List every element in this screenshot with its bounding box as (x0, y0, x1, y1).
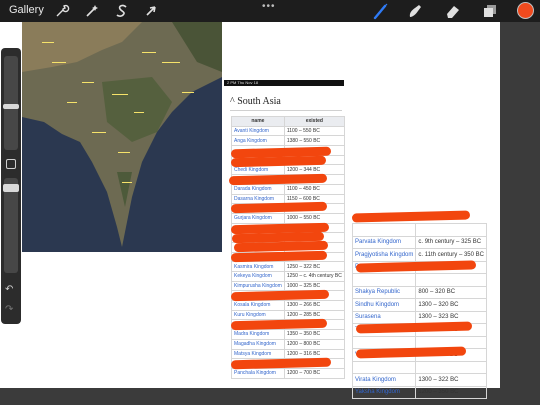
kingdom-name-link[interactable]: Kasmira Kingdom (231, 261, 285, 272)
kingdom-name-link[interactable]: Panchala Kingdom (231, 367, 285, 379)
undo-button[interactable]: ↶ (5, 284, 13, 295)
wrench-icon[interactable] (54, 3, 70, 19)
existed-cell: 1300 – 322 BC (415, 373, 487, 387)
kingdom-name-link[interactable]: Kekeya Kingdom (231, 271, 285, 282)
table-row (351, 335, 487, 349)
table-row: Gurjara Kingdom 1000 – 550 BC (231, 212, 345, 224)
existed-cell: 1200 – 350 BC (415, 385, 487, 399)
color-picker-button[interactable] (517, 2, 534, 19)
selection-s-icon[interactable] (114, 3, 130, 19)
table-row: Panchala Kingdom 1200 – 700 BC (231, 367, 345, 379)
existed-cell: 1250 – c. 4th century BC (283, 271, 345, 282)
kingdom-name-link[interactable]: Anga Kingdom (231, 135, 285, 147)
magic-wand-icon[interactable] (84, 3, 100, 19)
table-row: Sindhu Kingdom 1300 – 320 BC (351, 298, 487, 312)
table-row: Shakya Republic 800 – 320 BC (351, 285, 487, 299)
heading-text: South Asia (237, 96, 281, 107)
existed-cell (415, 273, 487, 287)
existed-cell: 800 – 320 BC (415, 285, 487, 299)
brush-icon[interactable] (372, 2, 390, 20)
table-row: Kosala Kingdom 1300 – 266 BC (231, 300, 345, 311)
existed-cell: 1300 – 266 BC (283, 300, 345, 311)
table-row: Parvata Kingdom c. 9th century – 325 BC (351, 235, 487, 249)
kingdom-name-link[interactable]: Gurjara Kingdom (231, 212, 285, 224)
table-row: Avanti Kingdom 1100 – 550 BC (231, 125, 345, 137)
existed-cell: 1300 – 320 BC (415, 298, 487, 312)
existed-cell: 1250 – 322 BC (283, 261, 345, 272)
layers-icon[interactable] (481, 2, 499, 20)
kingdom-name-link[interactable]: Pragjyotisha Kingdom (351, 248, 417, 262)
kingdom-name-link[interactable]: Virata Kingdom (351, 373, 417, 387)
existed-cell (415, 223, 487, 237)
existed-cell: c. 9th century – 325 BC (415, 235, 487, 249)
table-row: Kekeya Kingdom 1250 – c. 4th century BC (231, 271, 345, 282)
section-heading: ^ South Asia (230, 96, 281, 107)
kingdom-name-link[interactable]: Shakya Republic (351, 285, 417, 299)
table-row: Kasmira Kingdom 1250 – 322 BC (231, 261, 345, 272)
table-row: Pragjyotisha Kingdom c. 11th century – 35… (351, 248, 487, 262)
kingdom-name-link[interactable]: Parvata Kingdom (351, 235, 417, 249)
brush-sidebar: ↶ ↷ (1, 48, 21, 324)
existed-cell: 1380 – 550 BC (283, 135, 345, 147)
existed-cell: 1200 – 700 BC (283, 367, 345, 379)
kingdom-name-link[interactable]: Darada Kingdom (231, 183, 285, 195)
existed-cell (415, 360, 487, 374)
table-row: Kimpurusha Kingdom 1000 – 325 BC (231, 280, 345, 292)
table-row (351, 273, 487, 287)
india-map-image (22, 22, 222, 252)
arrow-cursor-icon[interactable] (143, 3, 159, 19)
gallery-button[interactable]: Gallery (9, 4, 44, 16)
heading-divider (230, 110, 342, 111)
more-options-button[interactable]: ••• (262, 1, 276, 12)
existed-cell: 1200 – 800 BC (283, 338, 345, 350)
smudge-icon[interactable] (406, 2, 424, 20)
existed-cell: 1000 – 550 BC (283, 212, 345, 224)
redo-button[interactable]: ↷ (5, 304, 13, 315)
table-row: Virata Kingdom 1300 – 322 BC (351, 373, 487, 387)
kingdom-name-link[interactable] (351, 335, 417, 349)
kingdom-name-link[interactable]: Kimpurusha Kingdom (231, 280, 285, 292)
table-row: Yaksha Kingdom 1200 – 350 BC (351, 385, 487, 399)
table-row: Magadha Kingdom 1200 – 800 BC (231, 338, 345, 350)
kingdom-name-link[interactable]: Surasena (351, 310, 417, 324)
header-name: name (231, 116, 285, 127)
modify-button[interactable] (6, 159, 16, 169)
opacity-slider[interactable] (3, 178, 19, 273)
kingdom-name-link[interactable]: Kuru Kingdom (231, 309, 285, 321)
table-row (351, 360, 487, 374)
table-header: name existed (231, 116, 345, 127)
table-row (351, 223, 487, 237)
kingdom-name-link[interactable]: Sindhu Kingdom (351, 298, 417, 312)
header-existed: existed (283, 116, 345, 127)
kingdom-name-link[interactable] (351, 273, 417, 287)
kingdoms-table-2: Parvata Kingdom c. 9th century – 325 BC Pr… (351, 223, 487, 399)
table-row: Anga Kingdom 1380 – 550 BC (231, 135, 345, 147)
opacity-knob[interactable] (3, 184, 19, 192)
kingdom-name-link[interactable] (351, 360, 417, 374)
existed-cell: 1350 – 350 BC (283, 329, 345, 340)
table-row: Kuru Kingdom 1200 – 285 BC (231, 309, 345, 321)
existed-cell: 1100 – 550 BC (283, 125, 345, 137)
table-row: Madra Kingdom 1350 – 350 BC (231, 329, 345, 340)
kingdom-name-link[interactable]: Madra Kingdom (231, 329, 285, 340)
brush-size-slider[interactable] (3, 56, 19, 150)
procreate-toolbar: Gallery ••• (0, 0, 540, 22)
collapse-toggle[interactable]: ^ (230, 96, 235, 107)
brush-size-knob[interactable] (3, 104, 19, 109)
kingdom-name-link[interactable]: Yaksha Kingdom (351, 385, 417, 399)
kingdom-name-link[interactable]: Kosala Kingdom (231, 300, 285, 311)
existed-cell: 1100 – 450 BC (283, 183, 345, 195)
kingdom-name-link[interactable]: Avanti Kingdom (231, 125, 285, 137)
table-row: Darada Kingdom 1100 – 450 BC (231, 183, 345, 195)
existed-cell: c. 11th century – 350 BC (415, 248, 487, 262)
eraser-icon[interactable] (444, 2, 462, 20)
kingdom-name-link[interactable] (351, 223, 417, 237)
kingdom-name-link[interactable]: Magadha Kingdom (231, 338, 285, 350)
kingdom-name-link[interactable]: Matsya Kingdom (231, 348, 285, 360)
status-bar: 2 PM Thu Nov 18 (224, 80, 344, 86)
